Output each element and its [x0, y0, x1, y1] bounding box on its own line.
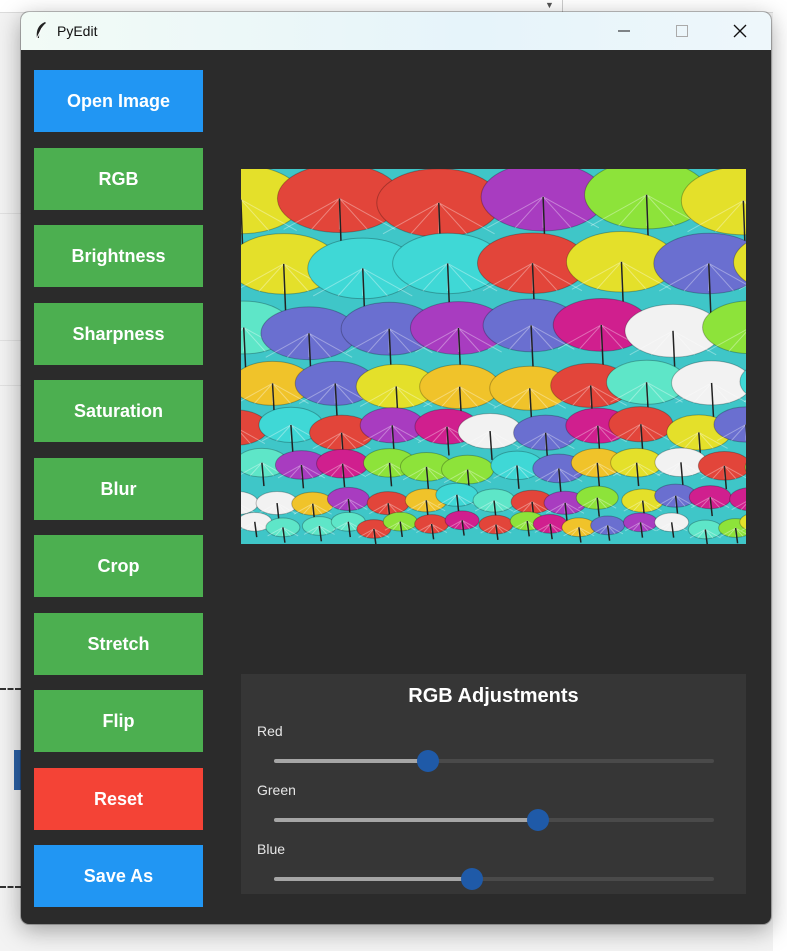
red-slider-fill [274, 759, 428, 763]
saturation-button[interactable]: Saturation [34, 380, 203, 442]
green-slider-label: Green [257, 782, 296, 798]
crop-button[interactable]: Crop [34, 535, 203, 597]
flip-button[interactable]: Flip [34, 690, 203, 752]
sharpness-button[interactable]: Sharpness [34, 303, 203, 365]
maximize-button[interactable] [659, 12, 705, 50]
background-divider [0, 385, 21, 386]
blue-slider[interactable] [274, 868, 714, 890]
blue-slider-label: Blue [257, 841, 286, 857]
background-dropdown-icon: ▼ [545, 0, 554, 10]
title-bar[interactable]: PyEdit [21, 12, 771, 50]
image-preview [241, 169, 746, 544]
reset-button[interactable]: Reset [34, 768, 203, 830]
minimize-button[interactable] [601, 12, 647, 50]
blur-button[interactable]: Blur [34, 458, 203, 520]
minimize-icon [618, 30, 630, 32]
feather-icon [35, 22, 46, 41]
green-slider[interactable] [274, 809, 714, 831]
save-as-button[interactable]: Save As [34, 845, 203, 907]
rgb-adjustments-panel: RGB Adjustments Red Green Blue [241, 674, 746, 894]
red-slider-thumb[interactable] [417, 750, 439, 772]
window-title: PyEdit [57, 23, 98, 39]
close-button[interactable] [717, 12, 763, 50]
umbrella [671, 360, 746, 406]
green-slider-thumb[interactable] [527, 809, 549, 831]
green-slider-fill [274, 818, 538, 822]
background-dashed-line [0, 886, 21, 888]
blue-slider-thumb[interactable] [461, 868, 483, 890]
open-image-button[interactable]: Open Image [34, 70, 203, 132]
background-separator [562, 0, 563, 12]
pyedit-window: PyEdit Open Image RGB Brightness Sharpne… [21, 12, 771, 924]
red-slider-label: Red [257, 723, 283, 739]
umbrellas-image [241, 169, 746, 544]
background-dashed-line [0, 688, 21, 690]
panel-title: RGB Adjustments [408, 685, 579, 707]
close-icon [733, 24, 747, 38]
brightness-button[interactable]: Brightness [34, 225, 203, 287]
blue-slider-fill [274, 877, 472, 881]
red-slider[interactable] [274, 750, 714, 772]
background-divider [0, 213, 21, 214]
stretch-button[interactable]: Stretch [34, 613, 203, 675]
background-right-strip [773, 0, 787, 951]
rgb-button[interactable]: RGB [34, 148, 203, 210]
maximize-icon [676, 25, 688, 37]
background-divider [0, 340, 21, 341]
